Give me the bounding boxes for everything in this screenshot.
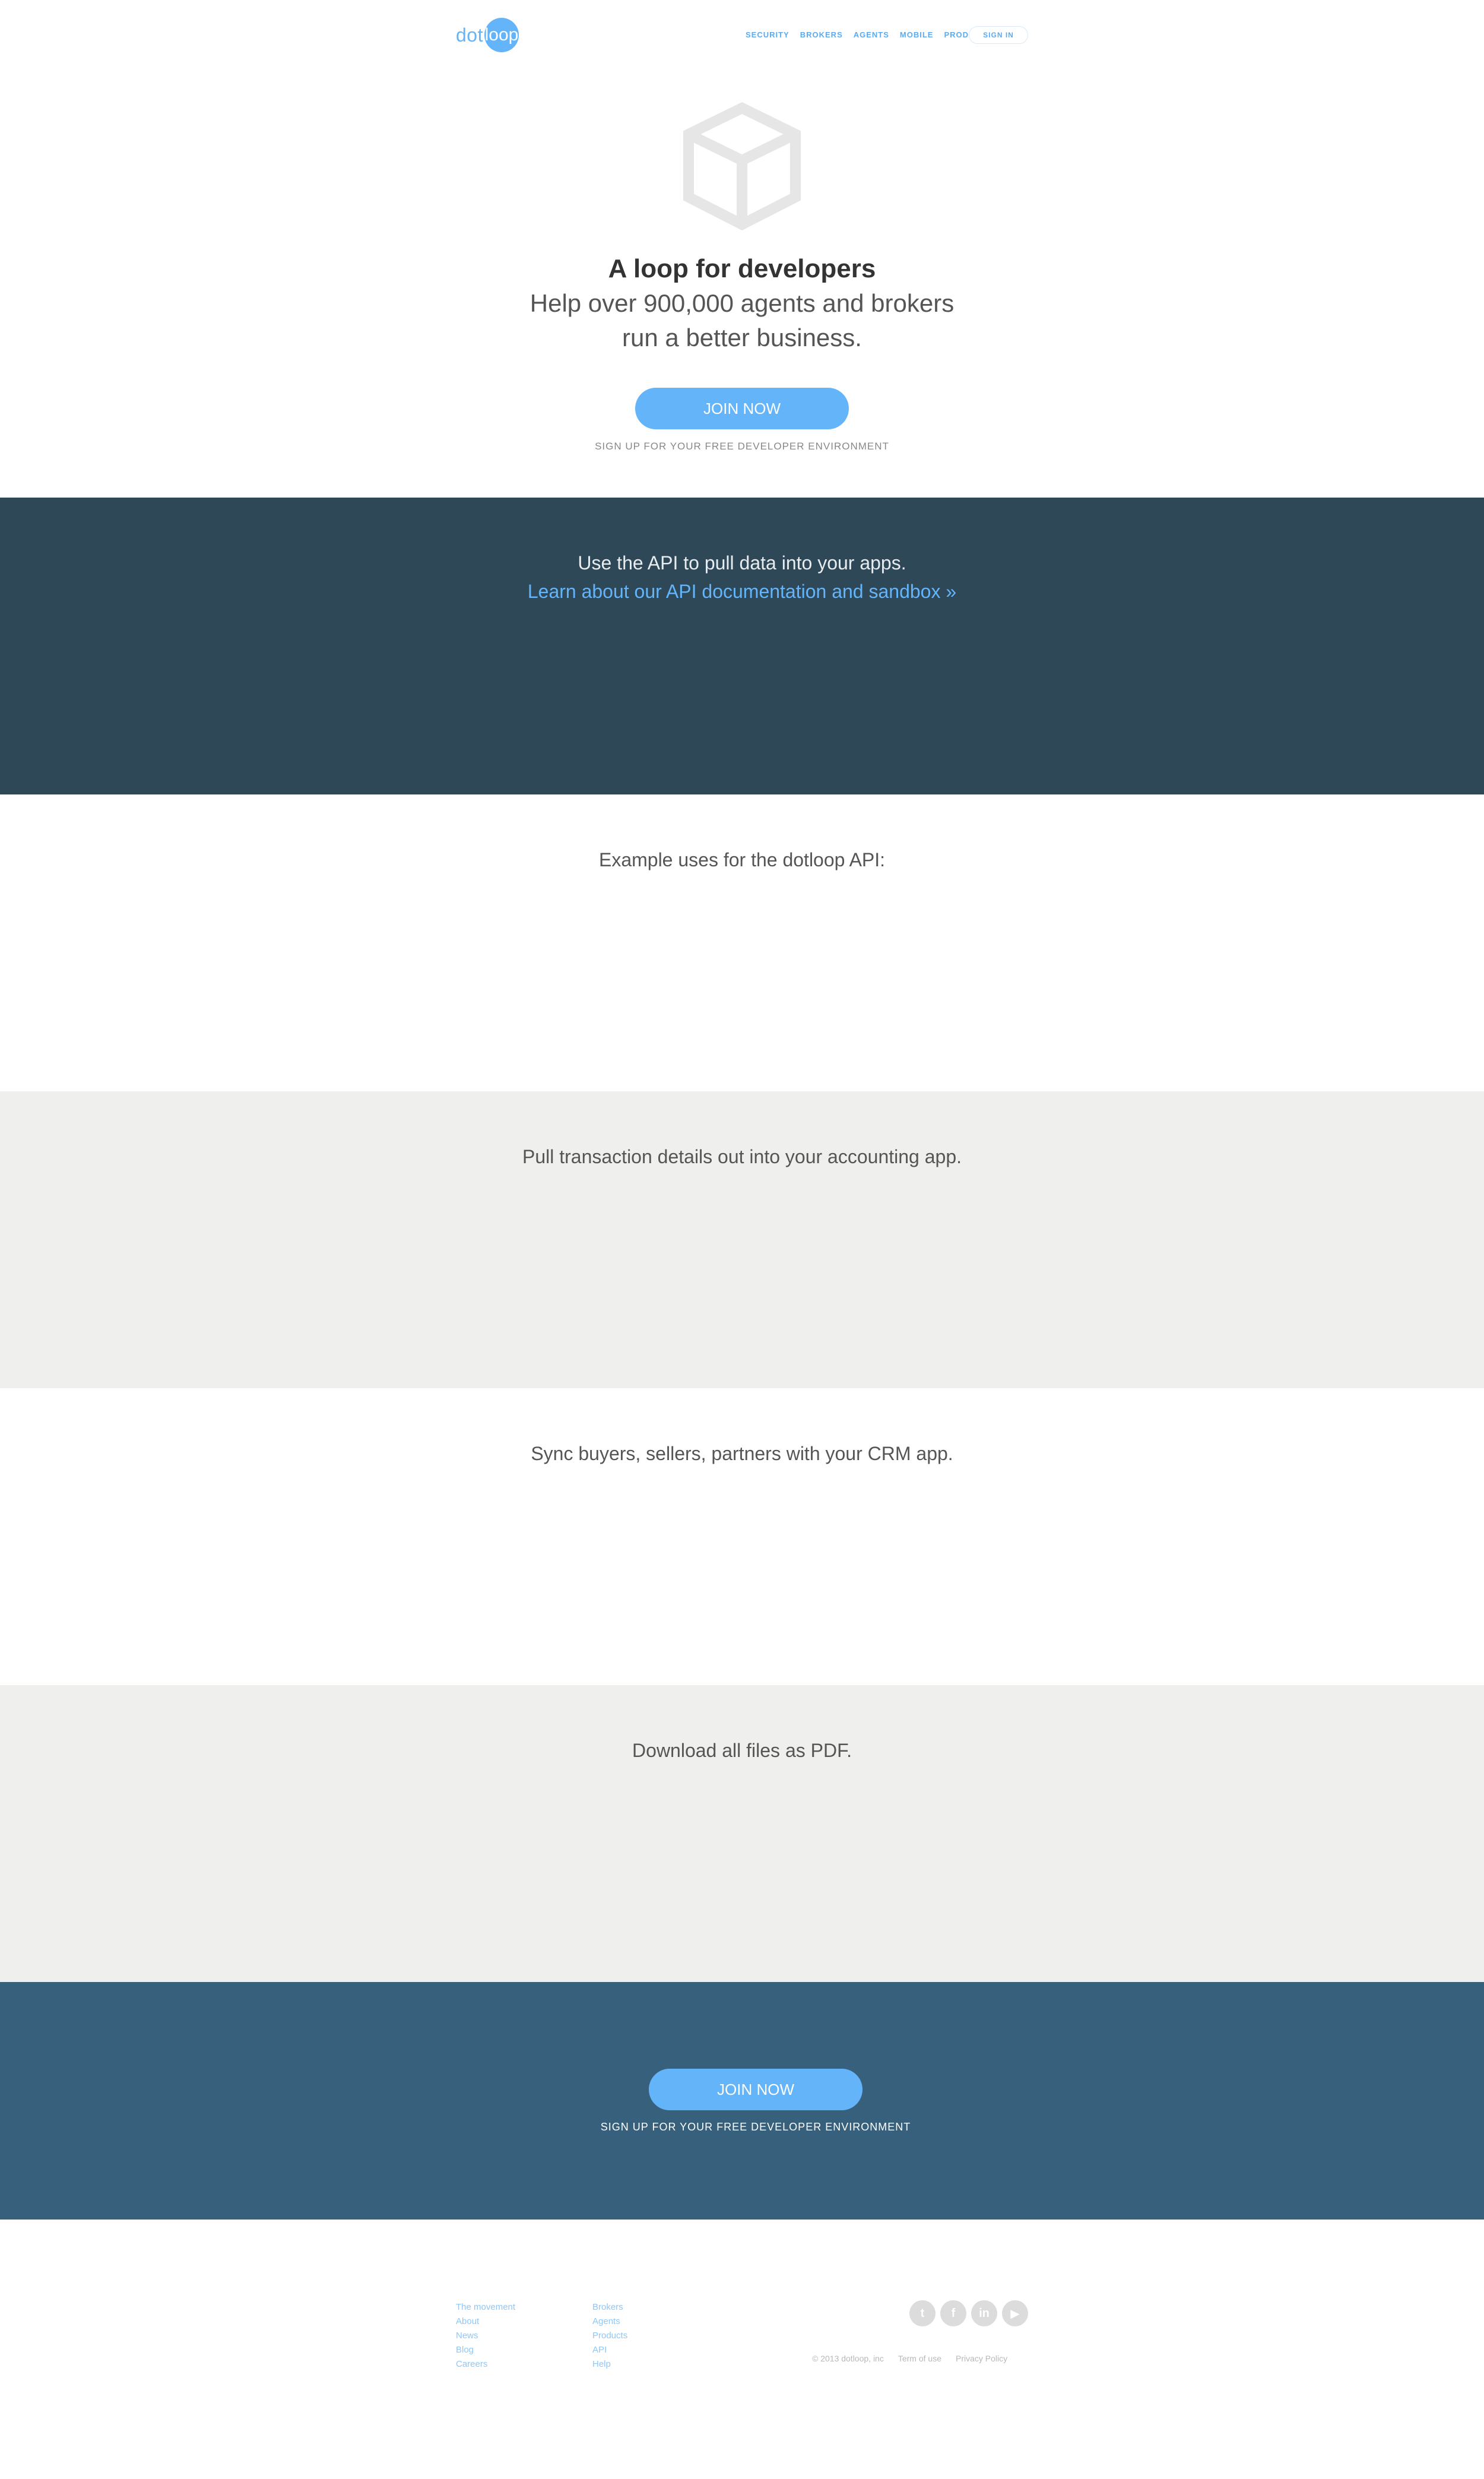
cta-section: JOIN NOW SIGN UP FOR YOUR FREE DEVELOPER… <box>0 1982 1484 2220</box>
cta-signup-note: SIGN UP FOR YOUR FREE DEVELOPER ENVIRONM… <box>600 2121 911 2133</box>
linkedin-icon[interactable]: in <box>971 2300 997 2326</box>
crm-text: Sync buyers, sellers, partners with your… <box>531 1443 953 1464</box>
hero-title: A loop for developers <box>608 254 876 283</box>
social-links: t f in ▶ <box>909 2300 1028 2326</box>
join-now-button-bottom[interactable]: JOIN NOW <box>649 2069 863 2110</box>
hero-subtitle: Help over 900,000 agents and brokers run… <box>0 286 1484 355</box>
site-header: dot loop SECURITY BROKERS AGENTS MOBILE … <box>0 0 1484 71</box>
crm-section: Sync buyers, sellers, partners with your… <box>0 1388 1484 1685</box>
hero-subtitle-line-2: run a better business. <box>622 324 862 352</box>
logo-loop-circle: loop <box>484 18 519 52</box>
hero-signup-note: SIGN UP FOR YOUR FREE DEVELOPER ENVIRONM… <box>595 441 889 452</box>
api-intro-text: Use the API to pull data into your apps. <box>578 552 906 574</box>
privacy-link[interactable]: Privacy Policy <box>956 2354 1007 2363</box>
footer-link-careers[interactable]: Careers <box>456 2357 515 2372</box>
api-docs-link[interactable]: Learn about our API documentation and sa… <box>0 581 1484 603</box>
pdf-section: Download all files as PDF. <box>0 1685 1484 1982</box>
footer-link-help[interactable]: Help <box>592 2357 627 2372</box>
footer-column-company: The movement About News Blog Careers <box>456 2300 515 2372</box>
nav-brokers[interactable]: BROKERS <box>800 29 843 42</box>
terms-link[interactable]: Term of use <box>898 2354 941 2363</box>
sign-in-button[interactable]: SIGN IN <box>969 26 1028 44</box>
hero-section: A loop for developers Help over 900,000 … <box>0 71 1484 498</box>
copyright-text: © 2013 dotloop, inc <box>812 2354 884 2363</box>
api-section: Use the API to pull data into your apps.… <box>0 498 1484 794</box>
footer-link-api[interactable]: API <box>592 2343 627 2357</box>
footer-link-brokers[interactable]: Brokers <box>592 2300 627 2315</box>
facebook-icon[interactable]: f <box>940 2300 966 2326</box>
footer-link-products[interactable]: Products <box>592 2329 627 2343</box>
pdf-text: Download all files as PDF. <box>632 1740 852 1761</box>
accounting-section: Pull transaction details out into your a… <box>0 1091 1484 1388</box>
main-nav: SECURITY BROKERS AGENTS MOBILE PRODUCTS <box>746 29 1003 42</box>
footer-column-product: Brokers Agents Products API Help <box>592 2300 627 2372</box>
footer-legal: © 2013 dotloop, inc Term of use Privacy … <box>812 2354 1007 2363</box>
join-now-button[interactable]: JOIN NOW <box>635 388 849 429</box>
footer-link-news[interactable]: News <box>456 2329 515 2343</box>
footer-link-about[interactable]: About <box>456 2315 515 2329</box>
examples-intro-section: Example uses for the dotloop API: <box>0 794 1484 1091</box>
hero-subtitle-line-1: Help over 900,000 agents and brokers <box>529 289 955 317</box>
nav-security[interactable]: SECURITY <box>746 29 789 42</box>
examples-intro-text: Example uses for the dotloop API: <box>598 849 886 870</box>
accounting-text: Pull transaction details out into your a… <box>522 1146 962 1167</box>
dotloop-logo[interactable]: dot loop <box>456 18 519 52</box>
logo-dot-text: dot <box>456 24 483 46</box>
cube-icon <box>683 102 801 231</box>
nav-mobile[interactable]: MOBILE <box>900 29 934 42</box>
footer-link-movement[interactable]: The movement <box>456 2300 515 2315</box>
footer-link-blog[interactable]: Blog <box>456 2343 515 2357</box>
site-footer: The movement About News Blog Careers Bro… <box>0 2220 1484 2479</box>
twitter-icon[interactable]: t <box>909 2300 936 2326</box>
youtube-icon[interactable]: ▶ <box>1002 2300 1028 2326</box>
nav-agents[interactable]: AGENTS <box>854 29 889 42</box>
footer-link-agents[interactable]: Agents <box>592 2315 627 2329</box>
